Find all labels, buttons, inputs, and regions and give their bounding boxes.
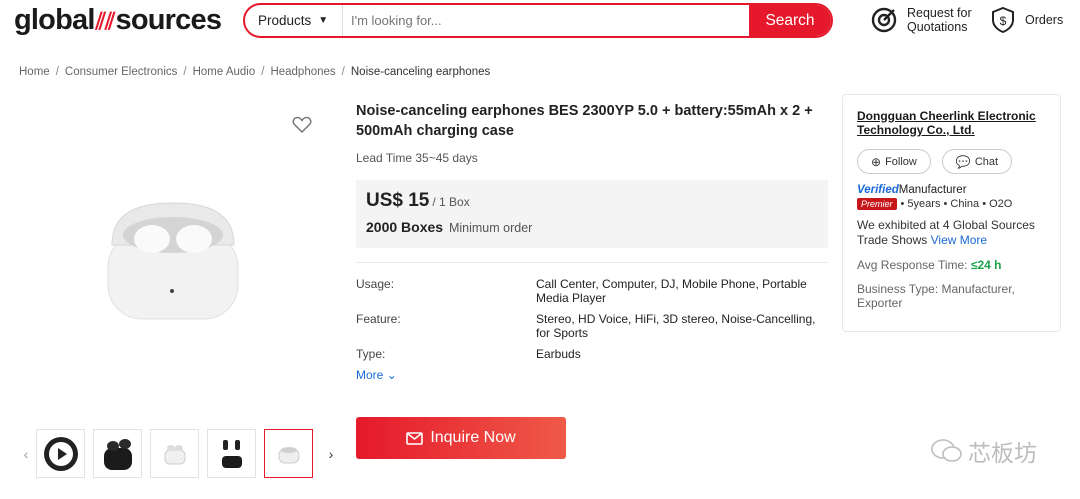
chevron-down-icon: ▼ [318, 15, 329, 26]
business-type: Business Type: Manufacturer, Exporter [857, 282, 1015, 310]
chevron-right-icon[interactable]: › [321, 446, 341, 462]
breadcrumb-consumer-electronics[interactable]: Consumer Electronics [65, 66, 177, 78]
svg-text:$: $ [1000, 14, 1007, 28]
heart-icon[interactable] [292, 116, 312, 139]
supplier-meta: Premier • 5years • China • O2O [857, 198, 1060, 210]
breadcrumb-home-audio[interactable]: Home Audio [193, 66, 256, 78]
envelope-icon [406, 431, 424, 445]
response-time: Avg Response Time: ≤24 h [857, 258, 1002, 272]
thumbnail-selected[interactable] [264, 429, 313, 478]
verified-manufacturer: VerifiedManufacturer [857, 184, 967, 196]
breadcrumb: Home / Consumer Electronics / Home Audio / … [19, 66, 491, 78]
trade-show-text: We exhibited at 4 Global Sources Trade S… [857, 218, 1035, 247]
search-input[interactable] [343, 5, 749, 36]
watermark: 芯板坊 [930, 434, 1037, 468]
search-button[interactable]: Search [749, 5, 831, 36]
orders-link[interactable]: $ Orders [990, 6, 1063, 34]
chat-bubble-icon: 💬 [955, 154, 971, 169]
attr-value-usage: Call Center, Computer, DJ, Mobile Phone,… [536, 277, 807, 305]
search-bar: Products ▼ Search [243, 3, 833, 38]
attr-label-usage: Usage: [356, 277, 395, 291]
breadcrumb-current: Noise-canceling earphones [350, 66, 491, 78]
product-main-image[interactable] [100, 195, 250, 325]
category-dropdown[interactable]: Products ▼ [245, 5, 343, 36]
breadcrumb-headphones[interactable]: Headphones [270, 66, 335, 78]
price: US$ 15/ 1 Box [366, 190, 470, 211]
view-more-link[interactable]: View More [931, 233, 987, 247]
chevron-left-icon[interactable]: ‹ [16, 446, 36, 462]
lead-time: Lead Time 35~45 days [356, 151, 478, 165]
inquire-now-button[interactable]: Inquire Now [356, 417, 566, 459]
thumbnail-strip: ‹ › [16, 429, 341, 478]
thumbnail-black-case[interactable] [93, 429, 142, 478]
header: global⫽⫽sources Products ▼ Search Reques… [0, 0, 1080, 48]
minimum-order: 2000 Boxes Minimum order [366, 219, 533, 235]
follow-button[interactable]: ⊕ Follow [857, 149, 931, 174]
shield-dollar-icon: $ [992, 6, 1014, 34]
more-link[interactable]: More ⌄ [356, 368, 397, 382]
supplier-card: Dongguan Cheerlink Electronic Technology… [842, 94, 1061, 332]
divider [356, 262, 828, 263]
wechat-icon [931, 439, 962, 462]
thumbnail-white-case[interactable] [150, 429, 199, 478]
logo[interactable]: global⫽⫽sources [14, 4, 222, 37]
plus-circle-icon: ⊕ [871, 154, 882, 169]
attr-value-type: Earbuds [536, 347, 581, 361]
supplier-name-link[interactable]: Dongguan Cheerlink Electronic Technology… [857, 109, 1047, 137]
attr-label-feature: Feature: [356, 312, 401, 326]
premier-badge: Premier [857, 198, 897, 210]
price-box: US$ 15/ 1 Box 2000 Boxes Minimum order [356, 180, 828, 248]
chevron-down-icon: ⌄ [386, 368, 397, 382]
rfq-link[interactable]: Request for Quotations [870, 6, 972, 34]
attr-value-feature: Stereo, HD Voice, HiFi, 3D stereo, Noise… [536, 312, 816, 340]
thumbnail-earbuds[interactable] [207, 429, 256, 478]
attr-label-type: Type: [356, 347, 386, 361]
chat-button[interactable]: 💬 Chat [941, 149, 1013, 174]
breadcrumb-home[interactable]: Home [19, 66, 50, 78]
product-title: Noise-canceling earphones BES 2300YP 5.0… [356, 103, 813, 139]
thumbnail-video[interactable] [36, 429, 85, 478]
rfq-icon [871, 7, 897, 33]
